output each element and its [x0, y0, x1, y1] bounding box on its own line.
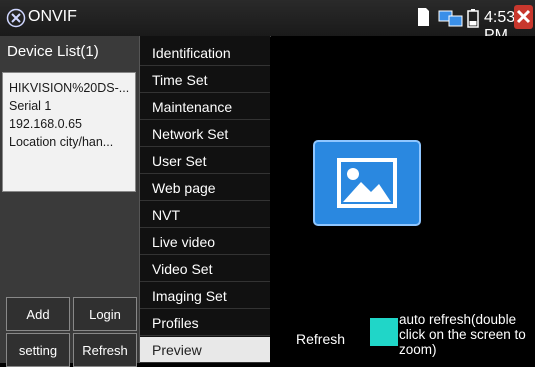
battery-icon: [467, 9, 479, 28]
menu-item-network-set[interactable]: Network Set: [140, 121, 270, 147]
sd-card-icon: [418, 8, 429, 26]
device-list-header: Device List(1): [7, 43, 99, 60]
menu-item-video-set[interactable]: Video Set: [140, 256, 270, 282]
menu-item-profiles[interactable]: Profiles: [140, 310, 270, 336]
menu-item-preview[interactable]: Preview: [140, 337, 270, 363]
device-list-pane: Device List(1) HIKVISION%20DS-... Serial…: [0, 36, 140, 367]
device-serial: Serial 1: [9, 99, 52, 113]
device-list-item[interactable]: HIKVISION%20DS-... Serial 1 192.168.0.65…: [2, 72, 136, 192]
menu-item-nvt[interactable]: NVT: [140, 202, 270, 228]
device-location: Location city/han...: [9, 135, 114, 149]
close-button[interactable]: [514, 5, 533, 29]
close-icon: [516, 9, 531, 24]
menu-item-identification[interactable]: Identification: [140, 40, 270, 66]
device-ip: 192.168.0.65: [9, 117, 82, 131]
app-title: ONVIF: [28, 8, 77, 25]
menu-item-user-set[interactable]: User Set: [140, 148, 270, 174]
menu-item-live-video[interactable]: Live video: [140, 229, 270, 255]
menu-item-maintenance[interactable]: Maintenance: [140, 94, 270, 120]
image-placeholder-icon: [313, 140, 421, 226]
refresh-label: Refresh: [296, 331, 346, 347]
auto-refresh-toggle[interactable]: [370, 318, 398, 346]
menu-item-time-set[interactable]: Time Set: [140, 67, 270, 93]
network-icon: [438, 10, 463, 27]
setting-button[interactable]: setting: [6, 333, 70, 367]
menu-item-web-page[interactable]: Web page: [140, 175, 270, 201]
function-menu: Identification Time Set Maintenance Netw…: [140, 36, 270, 363]
auto-refresh-note: auto refresh(double click on the screen …: [399, 312, 526, 357]
preview-panel[interactable]: Refresh auto refresh(double click on the…: [271, 36, 535, 363]
status-bar: ONVIF 4:53 PM: [0, 0, 535, 44]
menu-item-imaging-set[interactable]: Imaging Set: [140, 283, 270, 309]
device-name: HIKVISION%20DS-...: [9, 81, 130, 95]
login-button[interactable]: Login: [73, 297, 137, 331]
refresh-list-button[interactable]: Refresh: [73, 333, 137, 367]
add-button[interactable]: Add: [6, 297, 70, 331]
onvif-logo-icon: [6, 8, 26, 28]
